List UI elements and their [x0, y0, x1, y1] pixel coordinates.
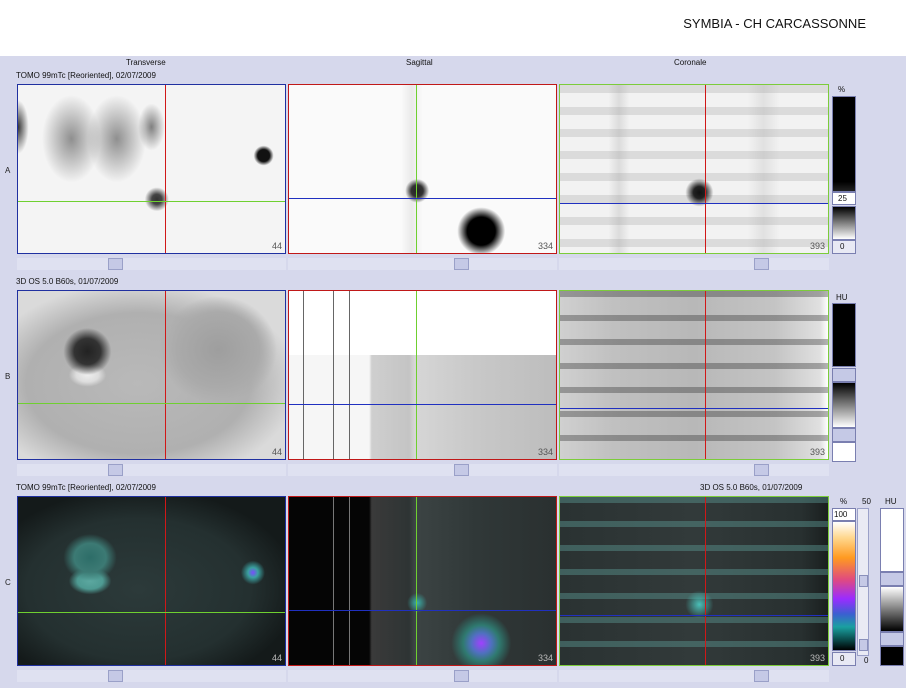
crosshair-horizontal	[289, 198, 556, 199]
scroll-thumb[interactable]	[454, 258, 469, 270]
scanner-line	[303, 291, 304, 459]
colorbar-a[interactable]	[832, 96, 856, 192]
brand-title: SYMBIA - CH CARCASSONNE	[683, 16, 866, 31]
viewport-c-transverse[interactable]: 44	[17, 496, 286, 666]
crosshair-horizontal	[289, 610, 556, 611]
crosshair-vertical	[705, 291, 706, 459]
scrollbar-c-transverse[interactable]	[17, 670, 286, 682]
colorbar-c-pct-unit: %	[840, 497, 848, 506]
colorbar-c-pet[interactable]	[832, 521, 856, 651]
scroll-thumb[interactable]	[108, 258, 123, 270]
crosshair-horizontal	[18, 612, 285, 613]
slice-number: 44	[271, 241, 282, 251]
slice-number: 393	[809, 241, 825, 251]
crosshair-vertical	[165, 497, 166, 665]
viewport-b-sagittal[interactable]: 334	[288, 290, 557, 460]
viewport-c-sagittal[interactable]: 334	[288, 496, 557, 666]
scanner-line	[333, 291, 334, 459]
scrollbar-c-sagittal[interactable]	[288, 670, 557, 682]
scrollbar-b-coronal[interactable]	[559, 464, 829, 476]
scroll-thumb[interactable]	[754, 258, 769, 270]
crosshair-vertical	[705, 497, 706, 665]
row-a-label: A	[5, 166, 11, 175]
colorbar-c-ct-black	[880, 646, 904, 666]
scroll-thumb[interactable]	[108, 670, 123, 682]
row-c-series-info-right: 3D OS 5.0 B60s, 01/07/2009	[700, 483, 803, 492]
crosshair-horizontal	[18, 403, 285, 404]
colorbar-b-white	[832, 442, 856, 462]
scroll-thumb[interactable]	[754, 464, 769, 476]
scroll-thumb[interactable]	[754, 670, 769, 682]
header-bar: SYMBIA - CH CARCASSONNE	[0, 0, 906, 56]
colorbar-a-top-value: 25	[838, 194, 847, 203]
viewport-a-transverse[interactable]: 44	[17, 84, 286, 254]
crosshair-horizontal	[289, 404, 556, 405]
row-b-label: B	[5, 372, 11, 381]
colorbar-a-gradient	[832, 206, 856, 240]
colorbar-b-gradient	[832, 382, 856, 428]
colorbar-c-bottom-value: 0	[840, 654, 845, 663]
scanner-line	[349, 291, 350, 459]
slice-number: 393	[809, 447, 825, 457]
window-slider[interactable]	[857, 508, 869, 656]
window-slider-thumb[interactable]	[859, 575, 868, 587]
viewport-b-coronal[interactable]: 393	[559, 290, 829, 460]
row-a-series-info: TOMO 99mTc [Reoriented], 02/07/2009	[16, 71, 156, 80]
scrollbar-a-sagittal[interactable]	[288, 258, 557, 270]
colorbar-c-hu-unit: HU	[885, 497, 897, 506]
row-b-series-info: 3D OS 5.0 B60s, 01/07/2009	[16, 277, 119, 286]
column-header-sagittal: Sagittal	[406, 58, 433, 67]
colorbar-a-unit: %	[838, 85, 846, 94]
slice-number: 334	[537, 447, 553, 457]
colorbar-b-top-handle[interactable]	[832, 368, 856, 382]
colorbar-c-ct-gradient	[880, 586, 904, 632]
scrollbar-b-sagittal[interactable]	[288, 464, 557, 476]
crosshair-vertical	[416, 291, 417, 459]
colorbar-c-ct-top-handle[interactable]	[880, 572, 904, 586]
scrollbar-a-transverse[interactable]	[17, 258, 286, 270]
colorbar-c-window-bottom: 0	[864, 656, 869, 665]
window-slider-thumb[interactable]	[859, 639, 868, 651]
crosshair-horizontal	[560, 408, 828, 409]
scrollbar-a-coronal[interactable]	[559, 258, 829, 270]
colorbar-b-unit: HU	[836, 293, 848, 302]
colorbar-a-bottom-value: 0	[840, 242, 845, 251]
row-c-series-info-left: TOMO 99mTc [Reoriented], 02/07/2009	[16, 483, 156, 492]
slice-number: 334	[537, 653, 553, 663]
scanner-line	[349, 497, 350, 665]
column-header-coronal: Coronale	[674, 58, 707, 67]
scanner-line	[333, 497, 334, 665]
scroll-thumb[interactable]	[108, 464, 123, 476]
colorbar-c-window-top: 50	[862, 497, 871, 506]
colorbar-c-ct-bottom-handle[interactable]	[880, 632, 904, 646]
colorbar-c-ct-white	[880, 508, 904, 572]
crosshair-vertical	[165, 85, 166, 253]
crosshair-vertical	[416, 85, 417, 253]
viewport-a-sagittal[interactable]: 334	[288, 84, 557, 254]
colorbar-b[interactable]	[832, 303, 856, 367]
slice-number: 393	[809, 653, 825, 663]
row-c-label: C	[5, 578, 11, 587]
crosshair-horizontal	[560, 203, 828, 204]
crosshair-horizontal	[18, 201, 285, 202]
slice-number: 44	[271, 447, 282, 457]
viewport-a-coronal[interactable]: 393	[559, 84, 829, 254]
crosshair-horizontal	[560, 615, 828, 616]
viewport-c-coronal[interactable]: 393	[559, 496, 829, 666]
scroll-thumb[interactable]	[454, 670, 469, 682]
scrollbar-b-transverse[interactable]	[17, 464, 286, 476]
viewer-workspace: Transverse Sagittal Coronale TOMO 99mTc …	[0, 56, 906, 688]
crosshair-vertical	[165, 291, 166, 459]
scrollbar-c-coronal[interactable]	[559, 670, 829, 682]
viewport-b-transverse[interactable]: 44	[17, 290, 286, 460]
crosshair-vertical	[705, 85, 706, 253]
slice-number: 334	[537, 241, 553, 251]
colorbar-b-bottom-handle[interactable]	[832, 428, 856, 442]
scroll-thumb[interactable]	[454, 464, 469, 476]
crosshair-vertical	[416, 497, 417, 665]
slice-number: 44	[271, 653, 282, 663]
colorbar-c-top-value: 100	[834, 510, 848, 519]
column-header-transverse: Transverse	[126, 58, 166, 67]
